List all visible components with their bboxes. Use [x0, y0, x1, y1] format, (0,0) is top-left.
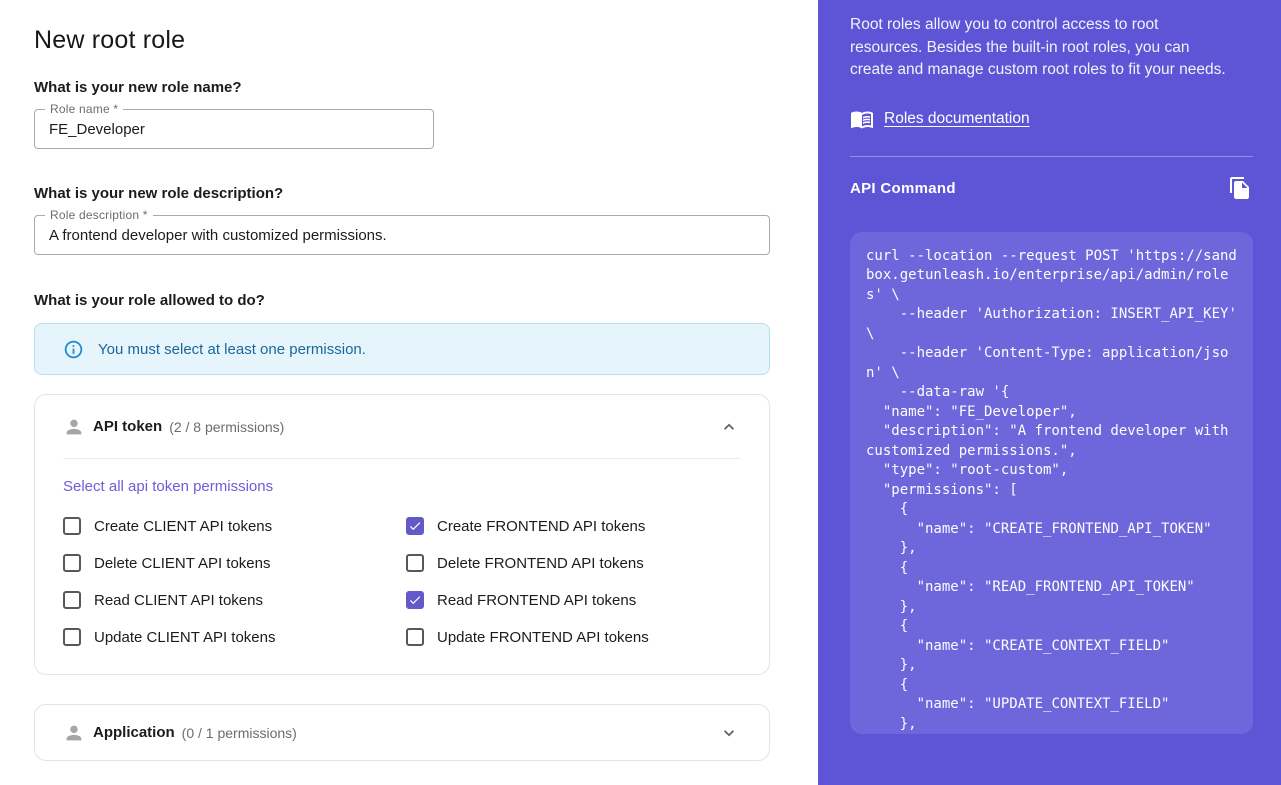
accordion-api-token-body: Select all api token permissions Create … — [35, 459, 769, 674]
checkbox-unchecked[interactable] — [406, 554, 424, 572]
permission-item[interactable]: Update CLIENT API tokens — [63, 628, 406, 646]
permissions-question: What is your role allowed to do? — [34, 292, 770, 309]
permissions-grid: Create CLIENT API tokens Delete CLIENT AP… — [63, 517, 741, 646]
checkbox-unchecked[interactable] — [406, 628, 424, 646]
accordion-api-token-header[interactable]: API token (2 / 8 permissions) — [35, 395, 769, 458]
role-description-question: What is your new role description? — [34, 185, 770, 202]
permission-label: Read CLIENT API tokens — [94, 592, 263, 609]
role-name-input[interactable] — [35, 121, 433, 138]
accordion-permission-count: (2 / 8 permissions) — [169, 419, 284, 435]
sidebar-description: Root roles allow you to control access t… — [850, 14, 1228, 82]
menu-book-icon — [850, 107, 874, 131]
permission-item[interactable]: Delete CLIENT API tokens — [63, 554, 406, 572]
permission-item[interactable]: Read CLIENT API tokens — [63, 591, 406, 609]
role-description-input[interactable] — [35, 227, 769, 244]
role-name-field-label: Role name * — [45, 102, 123, 116]
accordion-title: Application — [93, 724, 175, 741]
role-description-field-label: Role description * — [45, 208, 153, 222]
copy-button[interactable] — [1227, 176, 1253, 202]
accordion-title: API token — [93, 418, 162, 435]
role-name-field[interactable]: Role name * — [34, 109, 434, 149]
permission-label: Delete CLIENT API tokens — [94, 555, 270, 572]
accordion-application: Application (0 / 1 permissions) — [34, 704, 770, 761]
accordion-application-header[interactable]: Application (0 / 1 permissions) — [35, 705, 769, 760]
checkbox-unchecked[interactable] — [63, 591, 81, 609]
info-sidebar: Root roles allow you to control access t… — [818, 0, 1281, 785]
api-command-title: API Command — [850, 180, 956, 197]
accordion-api-token: API token (2 / 8 permissions) Select all… — [34, 394, 770, 675]
sidebar-divider — [850, 156, 1253, 157]
checkbox-unchecked[interactable] — [63, 517, 81, 535]
person-icon — [63, 722, 85, 744]
info-icon — [63, 339, 84, 360]
checkbox-unchecked[interactable] — [63, 628, 81, 646]
permission-label: Update FRONTEND API tokens — [437, 629, 649, 646]
roles-documentation-link[interactable]: Roles documentation — [884, 110, 1030, 128]
permission-label: Delete FRONTEND API tokens — [437, 555, 644, 572]
permission-item[interactable]: Create CLIENT API tokens — [63, 517, 406, 535]
permission-item[interactable]: Update FRONTEND API tokens — [406, 628, 741, 646]
docs-link-row: Roles documentation — [850, 107, 1253, 131]
checkmark-icon — [408, 592, 422, 608]
curl-command: curl --location --request POST 'https://… — [866, 247, 1237, 734]
copy-icon — [1228, 176, 1252, 200]
select-all-permissions-link[interactable]: Select all api token permissions — [63, 478, 273, 495]
api-command-code-block: curl --location --request POST 'https://… — [850, 232, 1253, 734]
permission-label: Create FRONTEND API tokens — [437, 518, 645, 535]
permission-item[interactable]: Delete FRONTEND API tokens — [406, 554, 741, 572]
alert-text: You must select at least one permission. — [98, 341, 366, 358]
checkbox-unchecked[interactable] — [63, 554, 81, 572]
permission-label: Create CLIENT API tokens — [94, 518, 272, 535]
accordion-permission-count: (0 / 1 permissions) — [182, 725, 297, 741]
role-name-question: What is your new role name? — [34, 79, 770, 96]
permission-label: Read FRONTEND API tokens — [437, 592, 636, 609]
permission-item[interactable]: Read FRONTEND API tokens — [406, 591, 741, 609]
permission-label: Update CLIENT API tokens — [94, 629, 276, 646]
info-alert: You must select at least one permission. — [34, 323, 770, 375]
person-icon — [63, 416, 85, 438]
new-root-role-form: New root role What is your new role name… — [0, 0, 818, 785]
page-title: New root role — [34, 26, 770, 55]
api-command-header: API Command — [850, 176, 1253, 202]
chevron-up-icon[interactable] — [719, 417, 739, 437]
checkmark-icon — [408, 518, 422, 534]
role-description-field[interactable]: Role description * — [34, 215, 770, 255]
chevron-down-icon[interactable] — [719, 723, 739, 743]
checkbox-checked[interactable] — [406, 591, 424, 609]
permission-item[interactable]: Create FRONTEND API tokens — [406, 517, 741, 535]
checkbox-checked[interactable] — [406, 517, 424, 535]
